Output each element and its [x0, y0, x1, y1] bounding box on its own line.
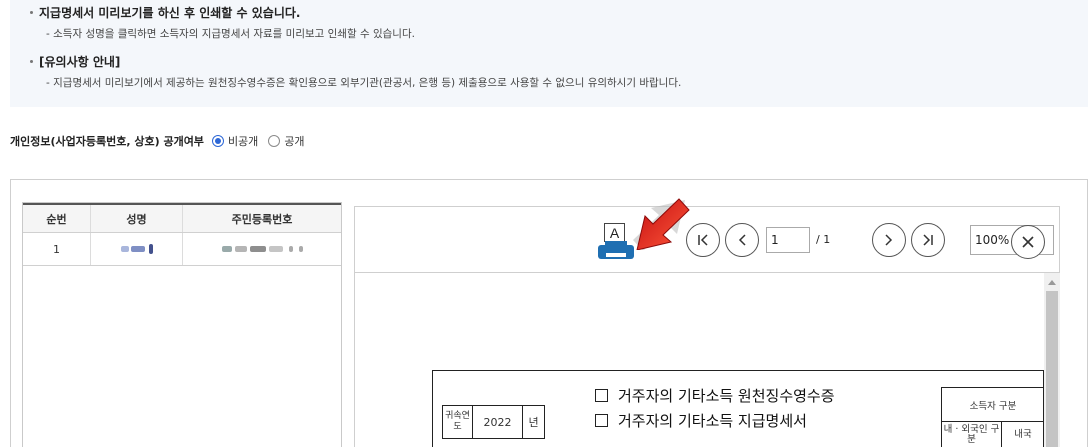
close-button[interactable]: [1011, 225, 1045, 259]
doc-year-value: 2022: [473, 406, 523, 438]
doc-resident-value: 내국: [1014, 429, 1032, 440]
doc-year-box: 귀속연도 2022 년: [442, 405, 545, 439]
doc-income-type-box: 소득자 구분 내 · 외국인 구분 내국: [941, 387, 1044, 447]
table-row[interactable]: 1: [23, 233, 341, 266]
checkbox-icon: [595, 389, 608, 402]
col-header-name: 성명: [91, 205, 183, 232]
notice-box: 지급명세서 미리보기를 하신 후 인쇄할 수 있습니다. - 소득자 성명을 클…: [10, 0, 1088, 107]
next-page-icon: [885, 234, 893, 246]
radio-private[interactable]: [211, 135, 224, 147]
col-header-no: 순번: [23, 205, 91, 232]
notice-line-1: 지급명세서 미리보기를 하신 후 인쇄할 수 있습니다.: [30, 4, 300, 21]
scroll-thumb[interactable]: [1046, 291, 1058, 447]
radio-private-label[interactable]: 비공개: [228, 133, 258, 149]
radio-public[interactable]: [268, 135, 281, 147]
first-page-icon: [698, 234, 708, 246]
last-page-button[interactable]: [911, 223, 945, 257]
cell-name-redacted[interactable]: [91, 233, 183, 265]
col-header-rrn: 주민등록번호: [231, 212, 293, 226]
doc-year-label: 귀속연도: [443, 406, 473, 438]
cell-rrn-redacted: [183, 233, 341, 265]
doc-income-type-label: 소득자 구분: [942, 388, 1044, 422]
doc-title-receipt: 거주자의 기타소득 원천징수영수증: [595, 385, 835, 406]
doc-year-unit: 년: [528, 416, 539, 429]
recipient-table: 순번 성명 주민등록번호 1: [22, 202, 342, 447]
first-page-button[interactable]: [686, 223, 720, 257]
privacy-option-row: 개인정보(사업자등록번호, 상호) 공개여부 비공개 공개: [10, 133, 313, 149]
privacy-label: 개인정보(사업자등록번호, 상호) 공개여부: [10, 135, 204, 148]
notice-line-4: - 지급명세서 미리보기에서 제공하는 원천징수영수증은 확인용으로 외부기관(…: [46, 77, 682, 89]
close-icon: [1022, 236, 1034, 248]
prev-page-icon: [738, 234, 746, 246]
doc-resident-row: 내 · 외국인 구분 내국: [942, 422, 1044, 447]
notice-line-2: - 소득자 성명을 클릭하면 소득자의 지급명세서 자료를 미리보고 인쇄할 수…: [46, 28, 415, 40]
print-shortcut-label: A: [604, 223, 625, 242]
cell-no: 1: [23, 233, 91, 265]
radio-public-label[interactable]: 공개: [284, 133, 304, 149]
page-number-input[interactable]: 1: [766, 227, 810, 253]
notice-caution-heading: [유의사항 안내]: [30, 53, 120, 70]
next-page-button[interactable]: [872, 223, 906, 257]
table-header: 순번 성명 주민등록번호: [23, 203, 341, 233]
checkbox-icon: [595, 414, 608, 427]
doc-title-statement: 거주자의 기타소득 지급명세서: [595, 410, 807, 431]
doc-resident-label: 내 · 외국인 구분: [942, 422, 1002, 447]
page-total: / 1: [816, 233, 831, 246]
last-page-icon: [923, 234, 933, 246]
viewer-scrollbar[interactable]: [1044, 273, 1060, 447]
prev-page-button[interactable]: [725, 223, 759, 257]
scroll-up-icon[interactable]: [1044, 276, 1060, 290]
